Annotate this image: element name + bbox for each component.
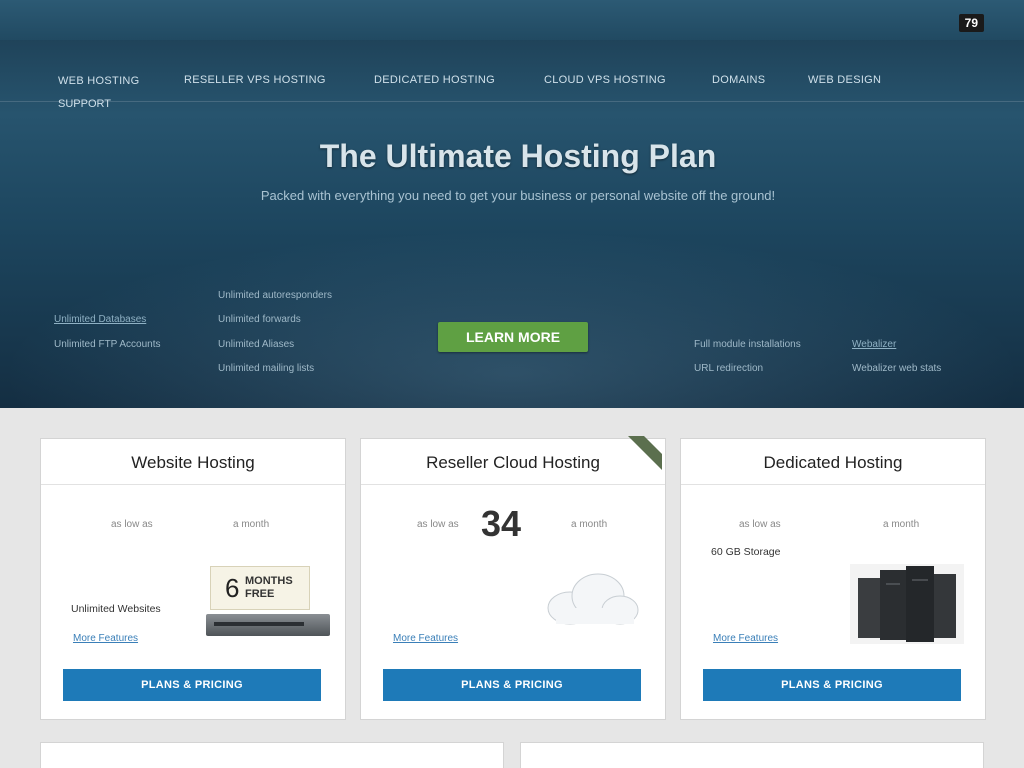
learn-more-button[interactable]: LEARN MORE <box>438 322 588 352</box>
feature-link[interactable] <box>852 284 941 309</box>
feature-link[interactable] <box>54 259 161 284</box>
hero-price-box <box>440 214 588 304</box>
hero-center-right-features: Full module installations URL redirectio… <box>694 210 801 382</box>
feature-text <box>694 308 801 333</box>
as-low-as-text: as low as <box>111 519 153 530</box>
list-item <box>711 581 780 600</box>
list-item <box>71 562 161 581</box>
list-item <box>71 581 161 600</box>
list-item: 60 GB Storage <box>711 546 781 558</box>
feature-link[interactable]: Webalizer <box>852 333 941 358</box>
plans-pricing-button[interactable]: PLANS & PRICING <box>703 669 961 701</box>
feature-link[interactable] <box>852 235 941 260</box>
list-item <box>711 562 780 581</box>
feature-link[interactable]: Unlimited Databases <box>54 308 161 333</box>
feature-link[interactable] <box>54 210 161 235</box>
hero-left-links: Unlimited Databases Unlimited FTP Accoun… <box>54 210 161 357</box>
promo-number: 6 <box>225 573 240 603</box>
nav-support[interactable]: SUPPORT <box>58 98 111 110</box>
feature-text: Unlimited mailing lists <box>218 363 315 374</box>
feature-text <box>694 284 801 309</box>
nav-web-design[interactable]: WEB DESIGN <box>808 74 881 86</box>
feature-text: Webalizer web stats <box>852 363 942 374</box>
content-box <box>520 742 984 768</box>
nav-reseller-vps-hosting[interactable]: RESELLER VPS HOSTING <box>184 74 326 86</box>
feature-link[interactable] <box>54 284 161 309</box>
plans-pricing-button[interactable]: PLANS & PRICING <box>383 669 641 701</box>
hero-title: The Ultimate Hosting Plan <box>319 138 717 174</box>
hero-banner: 79 WEB HOSTING SUPPORT RESELLER VPS HOST… <box>0 0 1024 408</box>
cloud-image <box>547 573 639 625</box>
feature-text <box>218 259 332 284</box>
per-month-text: a month <box>883 519 920 530</box>
server-towers-image <box>850 564 964 644</box>
nav-cloud-vps-hosting[interactable]: CLOUD VPS HOSTING <box>544 74 666 86</box>
feature-link[interactable] <box>852 259 941 284</box>
six-months-free-image: 6 MONTHS FREE <box>210 566 310 610</box>
feature-link[interactable] <box>54 235 161 260</box>
hero-right-links: Webalizer Webalizer web stats <box>852 210 941 382</box>
feature-list: 60 GB Storage <box>711 543 780 600</box>
as-low-as-text: as low as <box>739 519 781 530</box>
nav-web-hosting[interactable]: WEB HOSTING <box>58 75 140 87</box>
main-nav: WEB HOSTING SUPPORT RESELLER VPS HOSTING… <box>0 62 1024 110</box>
top-bar: 79 <box>0 0 1024 40</box>
new-ribbon-image <box>628 436 662 470</box>
feature-link[interactable] <box>852 308 941 333</box>
feature-text <box>218 235 332 260</box>
feature-text: URL redirection <box>694 363 764 374</box>
feature-text: Unlimited Aliases <box>218 338 295 350</box>
feature-text <box>694 259 801 284</box>
hero-center-left-features: Unlimited autoresponders Unlimited forwa… <box>218 210 332 382</box>
card-heading: Website Hosting <box>41 439 345 485</box>
more-features-link[interactable]: More Features <box>393 633 458 644</box>
plan-price: 34 <box>481 503 522 544</box>
feature-text: Unlimited autoresponders <box>218 289 332 301</box>
content-box <box>40 742 504 768</box>
phone-number: 79 <box>958 14 984 32</box>
per-month-text: a month <box>233 519 270 530</box>
feature-text <box>218 210 332 235</box>
per-month-text: a month <box>571 519 608 530</box>
nav-dedicated-hosting[interactable]: DEDICATED HOSTING <box>374 74 495 86</box>
nav-domains[interactable]: DOMAINS <box>712 74 765 86</box>
feature-list: Unlimited Websites <box>71 543 161 619</box>
promo-text: MONTHS FREE <box>245 575 293 600</box>
rack-server-image <box>206 614 330 636</box>
card-heading: Dedicated Hosting <box>681 439 985 485</box>
feature-text <box>694 235 801 260</box>
feature-text: Full module installations <box>694 338 801 350</box>
list-item: Unlimited Websites <box>71 603 161 615</box>
feature-text <box>694 210 801 235</box>
list-item <box>71 543 161 562</box>
card-heading: Reseller Cloud Hosting <box>361 439 665 485</box>
feature-link[interactable] <box>852 210 941 235</box>
feature-text: Unlimited forwards <box>218 314 301 325</box>
feature-text: Unlimited FTP Accounts <box>54 338 161 350</box>
hero-subtitle: Packed with everything you need to get y… <box>260 188 776 203</box>
more-features-link[interactable]: More Features <box>73 633 138 644</box>
plans-pricing-button[interactable]: PLANS & PRICING <box>63 669 321 701</box>
as-low-as-text: as low as <box>417 519 459 530</box>
more-features-link[interactable]: More Features <box>713 633 778 644</box>
